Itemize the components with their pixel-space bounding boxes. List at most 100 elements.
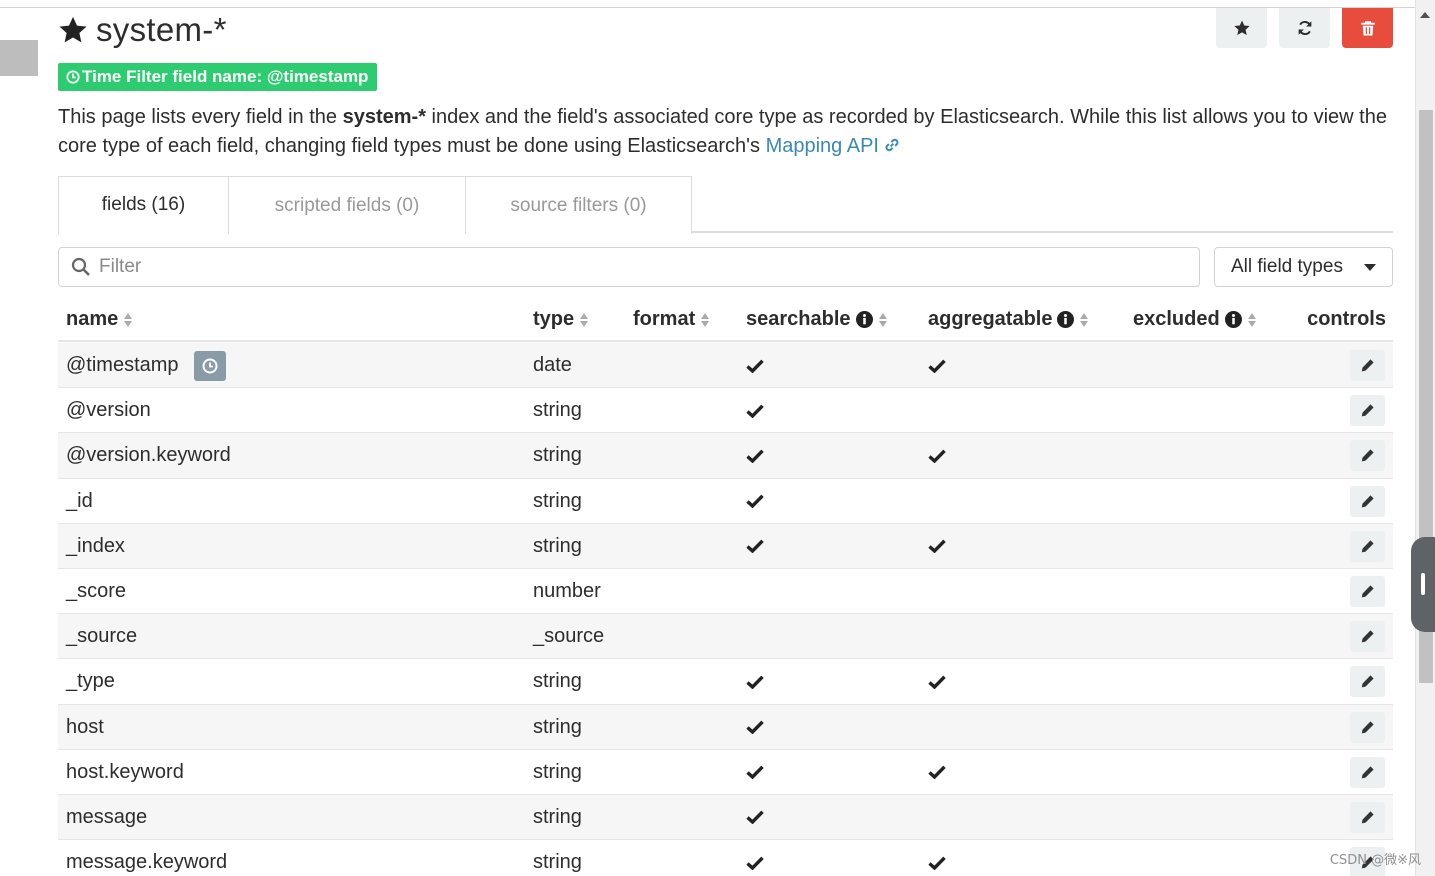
- check-icon: [746, 494, 764, 509]
- edit-field-button[interactable]: [1350, 575, 1385, 607]
- info-icon[interactable]: [1224, 311, 1242, 328]
- side-panel-handle[interactable]: [1411, 537, 1435, 632]
- header-name[interactable]: name: [66, 308, 133, 331]
- field-name-cell: @version: [66, 388, 151, 433]
- set-default-button[interactable]: [1216, 8, 1267, 48]
- delete-index-pattern-button[interactable]: [1342, 8, 1393, 48]
- field-type-cell: date: [533, 343, 572, 388]
- header-searchable-label: searchable: [746, 308, 851, 330]
- external-link-icon: [885, 138, 899, 152]
- header-name-label: name: [66, 308, 119, 330]
- tab-scripted-fields[interactable]: scripted fields (0): [228, 176, 466, 234]
- header-controls-label: controls: [1307, 308, 1386, 330]
- time-filter-badge: Time Filter field name: @timestamp: [58, 63, 378, 91]
- searchable-cell: [746, 388, 764, 433]
- field-name-cell: @timestamp: [66, 343, 226, 388]
- pencil-icon: [1361, 404, 1374, 417]
- edit-field-button[interactable]: [1350, 621, 1385, 653]
- field-name: @version.keyword: [66, 444, 231, 467]
- edit-field-button[interactable]: [1350, 485, 1385, 517]
- table-row: host.keyword string: [58, 750, 1393, 795]
- field-name-cell: _id: [66, 479, 93, 524]
- edit-field-button[interactable]: [1350, 395, 1385, 427]
- header-excluded[interactable]: excluded: [1133, 308, 1257, 331]
- info-icon[interactable]: [855, 311, 873, 328]
- header-type-label: type: [533, 308, 575, 330]
- edit-field-button[interactable]: [1350, 530, 1385, 562]
- field-name: _id: [66, 489, 93, 512]
- field-name: _type: [66, 670, 115, 693]
- check-icon: [746, 539, 764, 554]
- mapping-api-link[interactable]: Mapping API: [766, 135, 879, 157]
- controls-cell: [1350, 343, 1385, 388]
- check-icon: [746, 856, 764, 870]
- edit-field-button[interactable]: [1350, 666, 1385, 698]
- edit-field-button[interactable]: [1350, 350, 1385, 381]
- edit-field-button[interactable]: [1350, 711, 1385, 743]
- table-row: _id string: [58, 479, 1393, 524]
- field-name: host: [66, 715, 104, 738]
- field-name: message: [66, 805, 148, 828]
- field-name-cell: host: [66, 705, 104, 750]
- check-icon: [928, 675, 946, 689]
- edit-field-button[interactable]: [1350, 801, 1385, 833]
- clock-icon: [66, 70, 80, 84]
- field-type: string: [533, 489, 582, 512]
- field-name: @version: [66, 399, 151, 422]
- searchable-cell: [746, 840, 764, 876]
- field-name-cell: _type: [66, 659, 115, 704]
- page-description: This page lists every field in the syste…: [58, 103, 1393, 161]
- field-type-cell: number: [533, 569, 601, 614]
- header-searchable[interactable]: searchable: [746, 308, 888, 331]
- field-name: message.keyword: [66, 851, 228, 874]
- field-name-cell: _score: [66, 569, 126, 614]
- field-type: number: [533, 579, 601, 602]
- field-name-cell: host.keyword: [66, 750, 184, 795]
- sort-icon: [1247, 312, 1256, 327]
- table-row: @timestamp date: [58, 343, 1393, 389]
- field-type-cell: string: [533, 705, 582, 750]
- trash-icon: [1360, 21, 1375, 36]
- field-type: date: [533, 354, 572, 376]
- controls-cell: [1350, 705, 1385, 750]
- top-border: [0, 0, 1415, 8]
- header-controls: controls: [1307, 308, 1386, 331]
- header-type[interactable]: type: [533, 308, 589, 331]
- sort-icon: [701, 312, 710, 327]
- header-aggregatable-label: aggregatable: [928, 308, 1053, 330]
- searchable-cell: [746, 705, 764, 750]
- field-type-select[interactable]: All field types: [1214, 247, 1393, 287]
- header-format[interactable]: format: [633, 308, 710, 331]
- field-name-cell: _source: [66, 614, 137, 659]
- check-icon: [928, 539, 946, 554]
- tab-fields[interactable]: fields (16): [58, 176, 229, 235]
- filter-input[interactable]: [99, 256, 1099, 278]
- field-type: string: [533, 805, 582, 828]
- watermark: CSDN @微※风: [1329, 853, 1421, 868]
- pencil-icon: [1361, 449, 1374, 462]
- check-icon: [746, 810, 764, 825]
- check-icon: [746, 720, 764, 734]
- controls-cell: [1350, 569, 1385, 614]
- refresh-fields-button[interactable]: [1279, 8, 1330, 48]
- info-icon[interactable]: [1057, 311, 1075, 328]
- controls-cell: [1350, 479, 1385, 524]
- field-type: string: [533, 715, 582, 738]
- aggregatable-cell: [928, 433, 946, 478]
- field-type-cell: _source: [533, 614, 604, 659]
- edit-field-button[interactable]: [1350, 440, 1385, 472]
- scrollbar[interactable]: [1415, 0, 1435, 876]
- scroll-up-arrow-icon[interactable]: [1420, 12, 1430, 18]
- tab-source-filters[interactable]: source filters (0): [465, 176, 692, 234]
- header-aggregatable[interactable]: aggregatable: [928, 308, 1089, 331]
- aggregatable-cell: [928, 750, 946, 795]
- check-icon: [928, 359, 946, 373]
- table-row: host string: [58, 704, 1393, 750]
- page-title: system-*: [96, 11, 227, 48]
- field-tabs: fields (16) scripted fields (0) source f…: [58, 176, 1393, 235]
- check-icon: [746, 449, 764, 463]
- field-type: string: [533, 444, 582, 467]
- pencil-icon: [1361, 720, 1374, 734]
- aggregatable-cell: [928, 840, 946, 876]
- edit-field-button[interactable]: [1350, 756, 1385, 788]
